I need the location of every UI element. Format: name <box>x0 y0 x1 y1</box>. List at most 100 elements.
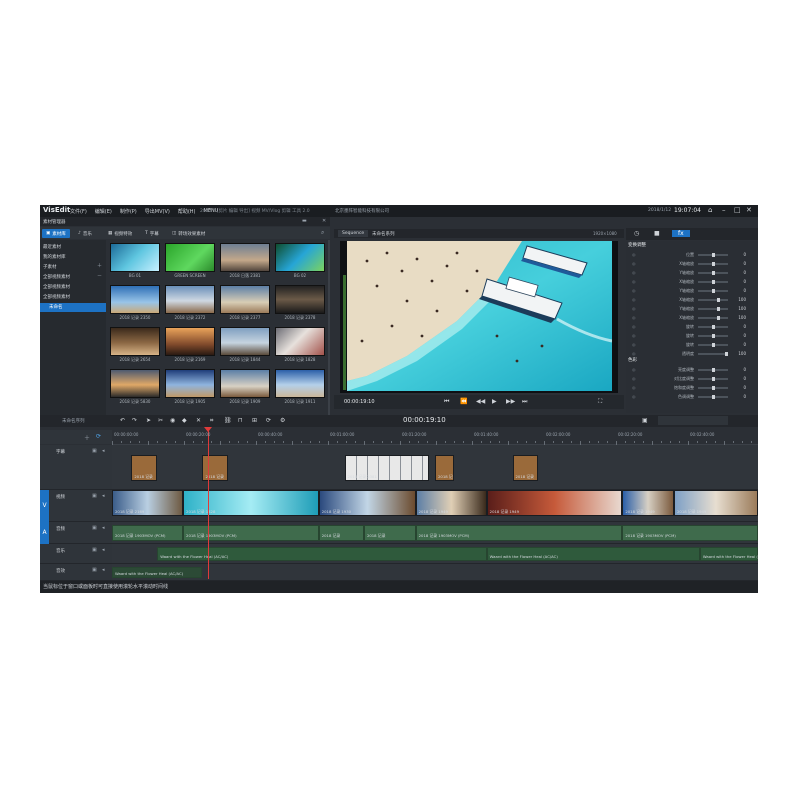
section-color-title[interactable]: 色彩 <box>628 357 637 365</box>
property-value[interactable]: 100 <box>732 315 746 320</box>
keyframe-toggle-icon[interactable]: ◎ <box>632 306 636 311</box>
property-slider[interactable] <box>698 343 728 347</box>
title-clip[interactable]: 2018 记录 <box>512 455 539 481</box>
audio-clip[interactable]: 2018 记录 <box>363 525 416 541</box>
search-icon[interactable]: ⌕ <box>321 229 324 237</box>
property-slider[interactable] <box>698 271 728 275</box>
keyframe-toggle-icon[interactable]: ◎ <box>632 270 636 275</box>
tab-effects[interactable]: ▦ 视频特效 <box>108 229 132 238</box>
property-value[interactable]: 0 <box>732 270 746 275</box>
tab-unnamed-sequence[interactable]: 未命名系列 <box>368 230 399 238</box>
add-track-icon[interactable]: ＋ <box>84 433 90 442</box>
sidebar-item-4[interactable]: 全部视频素材 <box>43 283 103 292</box>
property-value[interactable]: 100 <box>732 297 746 302</box>
property-slider[interactable] <box>698 377 728 381</box>
panel-menu-icon[interactable]: ▬ <box>302 218 307 224</box>
property-value[interactable]: 0 <box>732 288 746 293</box>
property-slider[interactable] <box>698 395 728 399</box>
fx-clip[interactable]: Waard with the Flower Heal (AC/AC) <box>112 567 203 578</box>
track-tag[interactable]: A <box>40 522 49 544</box>
slider-knob[interactable] <box>716 298 720 302</box>
sync-icon[interactable]: ⟳ <box>96 433 101 440</box>
link-icon[interactable]: ⛓ <box>224 417 232 424</box>
audio-clip[interactable]: 2018 记录 1903MOV (PCM) <box>112 525 184 541</box>
title-clip[interactable]: 2018 记录 2381 <box>344 455 429 481</box>
settings-icon[interactable]: ⚙ <box>280 417 285 424</box>
crop-icon[interactable]: ⌗ <box>210 417 213 425</box>
skip-start-button[interactable]: ⏮ <box>444 398 449 406</box>
menu-item-1[interactable]: 编辑(E) <box>95 208 112 215</box>
menu-item-3[interactable]: 导出MV(V) <box>145 208 170 215</box>
slider-knob[interactable] <box>711 386 715 390</box>
keyframe-toggle-icon[interactable]: ◎ <box>632 376 636 381</box>
property-value[interactable]: 0 <box>732 394 746 399</box>
media-thumbnail[interactable]: 2018 记录 5830 <box>110 369 160 409</box>
mute-icon[interactable]: ◂ <box>102 567 105 573</box>
redo-icon[interactable]: ↷ <box>132 417 137 424</box>
razor-icon[interactable]: ✂ <box>158 417 163 424</box>
library-scrollbar[interactable] <box>328 240 330 415</box>
property-slider[interactable] <box>698 334 728 338</box>
menu-item-4[interactable]: 帮助(H) <box>178 208 196 215</box>
media-thumbnail[interactable]: 2018 记录 1911 <box>275 369 325 409</box>
media-thumbnail[interactable]: 2018 记录 2377 <box>220 285 270 325</box>
lock-icon[interactable]: ▣ <box>92 493 97 499</box>
video-clip[interactable]: 2018 记录 1949 <box>674 490 758 516</box>
clock-icon[interactable]: ◷ <box>634 230 639 237</box>
slider-knob[interactable] <box>711 343 715 347</box>
media-thumbnail[interactable]: 2018 记录 2378 <box>275 285 325 325</box>
property-slider[interactable] <box>698 262 728 266</box>
mute-icon[interactable]: ◂ <box>102 547 105 553</box>
remove-folder-icon[interactable]: － <box>97 272 102 279</box>
keyframe-toggle-icon[interactable]: ◎ <box>632 385 636 390</box>
property-slider[interactable] <box>698 280 728 284</box>
select-icon[interactable]: ➤ <box>146 417 151 424</box>
section-transform-title[interactable]: 变换调整 <box>628 242 646 250</box>
property-value[interactable]: 0 <box>732 279 746 284</box>
fx-icon[interactable]: fx <box>672 230 690 237</box>
keyframe-toggle-icon[interactable]: ◎ <box>632 333 636 338</box>
keyframe-toggle-icon[interactable]: ◎ <box>632 394 636 399</box>
minimize-button[interactable]: – <box>722 206 726 214</box>
music-clip[interactable]: Waard with the Flower Heal (AC/AC) <box>157 547 487 561</box>
property-slider[interactable] <box>698 352 728 356</box>
keyframe-toggle-icon[interactable]: ◎ <box>632 288 636 293</box>
audio-clip[interactable]: 2018 记录 1903MOV (PCM) <box>183 525 319 541</box>
lock-icon[interactable]: ▣ <box>92 525 97 531</box>
sidebar-item-1[interactable]: 我的素材库 <box>43 253 103 262</box>
tab-text[interactable]: T 字幕 <box>145 229 159 238</box>
step-back-button[interactable]: ⏪ <box>460 398 467 405</box>
menu-item-0[interactable]: 文件(F) <box>70 208 87 215</box>
keyframe-toggle-icon[interactable]: ◎ <box>632 342 636 347</box>
keyframe-toggle-icon[interactable]: ◎ <box>632 252 636 257</box>
undo-icon[interactable]: ↶ <box>120 417 125 424</box>
keyframe-toggle-icon[interactable]: ◎ <box>632 351 636 356</box>
mute-icon[interactable]: ◂ <box>102 525 105 531</box>
music-clip[interactable]: Waard with the Flower Heal (AC/AC) <box>699 547 758 561</box>
fullscreen-icon[interactable]: ⛶ <box>598 398 602 406</box>
audio-clip[interactable]: 2018 记录 1903MOV (PCM) <box>415 525 623 541</box>
marker-icon[interactable]: ◆ <box>182 417 187 424</box>
media-thumbnail[interactable]: 2018 日落 2381 <box>220 243 270 283</box>
menu-item-2[interactable]: 制作(P) <box>120 208 137 215</box>
title-clip[interactable]: 2018 记录 <box>435 455 455 481</box>
title-clip[interactable]: 2018 记录 <box>131 455 158 481</box>
speed-icon[interactable]: ⟳ <box>266 417 271 424</box>
property-value[interactable]: 0 <box>732 252 746 257</box>
video-clip[interactable]: 2018 记录 1949 <box>415 490 487 516</box>
media-thumbnail[interactable]: 2018 记录 2350 <box>110 285 160 325</box>
property-value[interactable]: 0 <box>732 324 746 329</box>
keyframe-toggle-icon[interactable]: ◎ <box>632 261 636 266</box>
slider-knob[interactable] <box>711 395 715 399</box>
rewind-button[interactable]: ◀◀ <box>476 398 485 405</box>
property-value[interactable]: 0 <box>732 376 746 381</box>
sidebar-item-6[interactable]: 未命名 <box>40 303 106 312</box>
media-thumbnail[interactable]: 2018 记录 1905 <box>165 369 215 409</box>
mute-icon[interactable]: ◂ <box>102 448 105 454</box>
tab-sequence[interactable]: Sequence <box>338 230 369 237</box>
video-clip[interactable]: 2018 记录 1930 <box>318 490 416 516</box>
property-slider[interactable] <box>698 298 728 302</box>
property-slider[interactable] <box>698 368 728 372</box>
audio-clip[interactable]: 2018 记录 <box>318 525 364 541</box>
slider-knob[interactable] <box>711 253 715 257</box>
